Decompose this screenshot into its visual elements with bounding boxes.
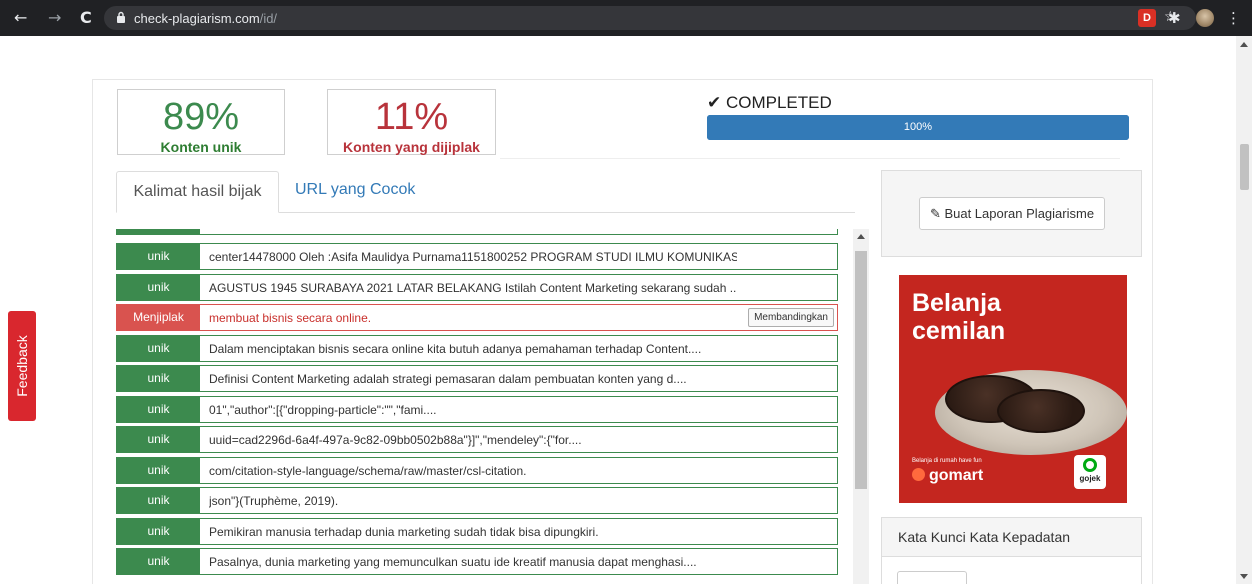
compare-button[interactable]: Membandingkan bbox=[748, 308, 834, 327]
result-tag: unik bbox=[117, 366, 200, 391]
completed-status: ✔ COMPLETED bbox=[707, 93, 832, 112]
result-text: Pemikiran manusia terhadap dunia marketi… bbox=[209, 525, 599, 539]
divider bbox=[500, 158, 1120, 159]
browser-menu-icon[interactable]: ⋮ bbox=[1226, 9, 1241, 27]
url-path: /id/ bbox=[259, 11, 278, 26]
result-row: unik com/citation-style-language/schema/r… bbox=[116, 457, 838, 484]
back-arrow-icon[interactable]: ← bbox=[14, 9, 27, 27]
result-row-plagiarized: Menjiplak membuat bisnis secara online. Me… bbox=[116, 304, 838, 331]
unique-content-stat: 89% Konten unik bbox=[117, 89, 285, 155]
results-list: unik center14478000 Oleh :Asifa Maulidya … bbox=[116, 229, 840, 584]
plag-label: Konten yang dijiplak bbox=[343, 139, 480, 155]
list-scroll-up-icon[interactable] bbox=[857, 234, 865, 239]
browser-toolbar: ← → C check-plagiarism.com/id/ ☆ D ✱ ⋮ bbox=[0, 0, 1252, 36]
result-text: Dalam menciptakan bisnis secara online k… bbox=[209, 342, 702, 356]
page-scroll-thumb[interactable] bbox=[1240, 144, 1249, 190]
gojek-text: gojek bbox=[1079, 474, 1101, 483]
ad-title-line1: Belanja bbox=[912, 289, 1001, 317]
create-report-button[interactable]: ✎ Buat Laporan Plagiarisme bbox=[919, 197, 1105, 230]
reload-icon[interactable]: C bbox=[80, 9, 92, 27]
result-text: com/citation-style-language/schema/raw/m… bbox=[209, 464, 527, 478]
result-text: Definisi Content Marketing adalah strate… bbox=[209, 372, 687, 386]
progress-bar: 100% bbox=[707, 115, 1129, 140]
unique-percent: 89% bbox=[162, 96, 240, 138]
result-tag: Menjiplak bbox=[117, 305, 200, 330]
result-tag: unik bbox=[117, 488, 200, 513]
result-row: unik Dalam menciptakan bisnis secara onli… bbox=[116, 335, 838, 362]
result-tag: unik bbox=[117, 427, 200, 452]
page-scrollbar[interactable] bbox=[1236, 36, 1252, 584]
result-tag: unik bbox=[117, 397, 200, 422]
plag-percent: 11% bbox=[374, 96, 449, 138]
result-row: unik Definisi Content Marketing adalah st… bbox=[116, 365, 838, 392]
ad-title-line2: cemilan bbox=[912, 317, 1006, 345]
unique-label: Konten unik bbox=[160, 139, 242, 155]
keyword-input[interactable] bbox=[897, 571, 967, 584]
keyword-density-title: Kata Kunci Kata Kepadatan bbox=[882, 518, 1141, 557]
result-text: uuid=cad2296d-6a4f-497a-9c82-09bb0502b88… bbox=[209, 433, 582, 447]
extension-icon[interactable]: D bbox=[1138, 9, 1156, 27]
result-tag: unik bbox=[117, 458, 200, 483]
tab-url-cocok[interactable]: URL yang Cocok bbox=[295, 181, 415, 199]
result-row: unik center14478000 Oleh :Asifa Maulidya … bbox=[116, 243, 838, 270]
result-text: membuat bisnis secara online. bbox=[209, 311, 372, 325]
scroll-down-arrow-icon[interactable] bbox=[1240, 574, 1248, 579]
result-tag: unik bbox=[117, 519, 200, 544]
result-row: unik Pasalnya, dunia marketing yang memun… bbox=[116, 548, 838, 575]
feedback-tab[interactable]: Feedback bbox=[8, 311, 36, 421]
extensions-puzzle-icon[interactable]: ✱ bbox=[1168, 9, 1186, 27]
result-text: json"}(Truphème, 2019). bbox=[209, 494, 339, 508]
progress-label: 100% bbox=[903, 121, 933, 133]
gomart-brand-text: gomart bbox=[929, 467, 984, 484]
gojek-icon bbox=[1083, 458, 1097, 472]
tab-kalimat[interactable]: Kalimat hasil bijak bbox=[116, 171, 279, 213]
partial-row bbox=[116, 229, 838, 235]
lock-icon bbox=[117, 11, 125, 23]
ad-tagline: Belanja di rumah have fun bbox=[912, 458, 982, 464]
profile-avatar[interactable] bbox=[1196, 9, 1214, 27]
result-tag: unik bbox=[117, 275, 200, 300]
address-bar[interactable]: check-plagiarism.com/id/ ☆ bbox=[104, 6, 1196, 30]
result-row: unik json"}(Truphème, 2019). bbox=[116, 487, 838, 514]
row-tag-partial bbox=[117, 229, 200, 234]
feedback-label: Feedback bbox=[14, 335, 30, 397]
forward-arrow-icon[interactable]: → bbox=[48, 9, 61, 27]
gojek-logo: gojek bbox=[1074, 455, 1106, 489]
gomart-icon bbox=[912, 468, 925, 481]
gomart-advertisement[interactable]: Belanja cemilan Belanja di rumah have fu… bbox=[899, 275, 1127, 503]
result-row: unik AGUSTUS 1945 SURABAYA 2021 LATAR BEL… bbox=[116, 274, 838, 301]
result-tag: unik bbox=[117, 549, 200, 574]
result-text: Pasalnya, dunia marketing yang memunculk… bbox=[209, 555, 697, 569]
results-scrollbar[interactable] bbox=[853, 229, 869, 584]
result-text: center14478000 Oleh :Asifa Maulidya Purn… bbox=[209, 250, 737, 264]
result-tag: unik bbox=[117, 244, 200, 269]
result-row: unik Pemikiran manusia terhadap dunia mar… bbox=[116, 518, 838, 545]
result-row: unik uuid=cad2296d-6a4f-497a-9c82-09bb050… bbox=[116, 426, 838, 453]
ad-cookie-image-2 bbox=[997, 389, 1085, 433]
plagiarized-content-stat: 11% Konten yang dijiplak bbox=[327, 89, 496, 155]
result-tag: unik bbox=[117, 336, 200, 361]
result-text: AGUSTUS 1945 SURABAYA 2021 LATAR BELAKAN… bbox=[209, 281, 737, 295]
result-row: unik 01","author":[{"dropping-particle":"… bbox=[116, 396, 838, 423]
ad-title: Belanja cemilan bbox=[912, 289, 1112, 345]
list-scroll-thumb[interactable] bbox=[855, 251, 867, 489]
scroll-up-arrow-icon[interactable] bbox=[1240, 42, 1248, 47]
keyword-density-panel: Kata Kunci Kata Kepadatan bbox=[881, 517, 1142, 584]
url-domain: check-plagiarism.com bbox=[134, 11, 260, 26]
result-text: 01","author":[{"dropping-particle":"","f… bbox=[209, 403, 437, 417]
url-text: check-plagiarism.com/id/ bbox=[134, 11, 277, 26]
gomart-logo: gomart bbox=[912, 467, 983, 485]
